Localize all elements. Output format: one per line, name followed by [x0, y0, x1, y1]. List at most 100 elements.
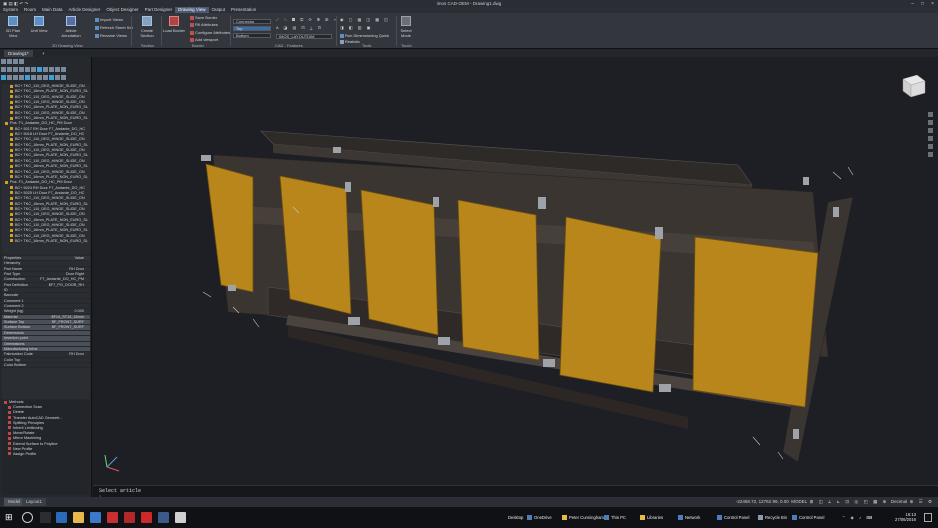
properties-grid[interactable]: Properties Value Hierarchy Part Name RH Do…: [2, 256, 90, 399]
rename-views-button[interactable]: Rename Views: [95, 33, 127, 38]
import-views-button[interactable]: Import Views: [95, 17, 123, 22]
2d-plan-view-button[interactable]: 2D Plan View: [2, 16, 24, 38]
taskbar-item-network[interactable]: Network: [678, 515, 700, 521]
app-icon[interactable]: [107, 512, 118, 523]
panel-tool-icon[interactable]: [13, 59, 18, 64]
panel-tool-icon[interactable]: [55, 75, 60, 80]
panel-tool-icon[interactable]: [1, 75, 6, 80]
panel-tool-icon[interactable]: [1, 59, 6, 64]
property-row[interactable]: Color Bottom: [2, 363, 90, 369]
tab-drawing1[interactable]: Drawing1*: [4, 50, 33, 57]
panel-tool-icon[interactable]: [49, 75, 54, 80]
realistic-button[interactable]: Realistic: [340, 39, 360, 44]
load-border-button[interactable]: Load Border: [163, 16, 185, 33]
panel-tool-icon[interactable]: [61, 67, 66, 72]
taskbar-item-libraries[interactable]: Libraries: [640, 515, 663, 521]
top-dropdown[interactable]: Top: [233, 26, 271, 31]
tree-item-label: BC+ TKC_16mm_PLATE_NON_EURO_SL: [15, 89, 88, 94]
system-tray-icons[interactable]: ⌃ ◈ ♪ ⌨: [842, 515, 874, 520]
taskbar-item-this-pc[interactable]: This PC: [604, 515, 626, 521]
run-dimensioning-quick-button[interactable]: Run Dimensioning Quick: [340, 33, 389, 38]
status-tools[interactable]: ⊕ ☰ ⚙: [910, 499, 934, 504]
article-annotation-button[interactable]: Article Annotation: [56, 16, 86, 38]
property-rows: Hierarchy Part Name RH Door Part Type Door R…: [2, 261, 90, 369]
units-dropdown[interactable]: Decimal: [891, 499, 907, 504]
search-icon[interactable]: [22, 512, 33, 523]
panel-tool-icon[interactable]: [25, 67, 30, 72]
panel-tool-icon[interactable]: [43, 75, 48, 80]
app-icon[interactable]: [175, 512, 186, 523]
command-line[interactable]: Select article ?: [93, 485, 938, 499]
panel-tool-icon[interactable]: [7, 75, 12, 80]
part-icon: [10, 148, 13, 152]
configure-attributes-button[interactable]: Configure Attributes: [190, 30, 230, 35]
autocad-icon[interactable]: [141, 512, 152, 523]
refresh-sheet-set-button[interactable]: Refresh Sheet Set: [95, 25, 133, 30]
model-space-toggle[interactable]: MODEL: [791, 499, 807, 504]
methods-list[interactable]: Methods Connection Scan Delete Transfer Aut…: [2, 400, 90, 495]
panel-tool-icon[interactable]: [19, 75, 24, 80]
panel-tool-icon[interactable]: [13, 75, 18, 80]
unit-view-button[interactable]: Unit View: [28, 16, 50, 33]
add-viewport-button[interactable]: Add viewport: [190, 37, 218, 42]
tools-row-1[interactable]: ◉ ▢ ▦ ◫ ▩ ◰: [340, 17, 390, 22]
panel-tool-icon[interactable]: [31, 67, 36, 72]
save-border-button[interactable]: Save Border: [190, 15, 217, 20]
notifications-icon[interactable]: [924, 513, 932, 522]
layout-tabs: Model Layout1 -22458.72, 12762.99, 0.00 …: [0, 497, 938, 507]
panel-tool-icon[interactable]: [25, 75, 30, 80]
panel-tool-icon[interactable]: [37, 67, 42, 72]
panel-tool-icon[interactable]: [31, 75, 36, 80]
door-panel: [559, 216, 662, 393]
desktop-toolbar-label[interactable]: Desktop: [508, 515, 523, 520]
app-icon[interactable]: [158, 512, 169, 523]
tab-layout1[interactable]: Layout1: [22, 498, 47, 506]
panel-tool-icon[interactable]: [55, 67, 60, 72]
taskbar-item-user[interactable]: Peter Cunningham: [562, 515, 604, 521]
taskbar-item-recycle-bin[interactable]: Recycle Bin: [758, 515, 787, 521]
start-icon[interactable]: ⊞: [5, 512, 16, 523]
model-viewport[interactable]: [93, 57, 938, 485]
tools-row-2[interactable]: ◨ ◧ ▥ ▣: [340, 25, 372, 30]
file-explorer-icon[interactable]: [73, 512, 84, 523]
tree-item-label: BC+ TKC_16mm_PLATE_NON_EURO_SL: [15, 142, 88, 147]
clock[interactable]: 16:13 27/06/2016: [895, 512, 916, 522]
panel-tool-icon[interactable]: [61, 75, 66, 80]
panel-tool-icon[interactable]: [37, 75, 42, 80]
navigation-bar[interactable]: [928, 112, 933, 157]
article-tree[interactable]: BC+ TKC_110_DEG_HINGE_SLIDE_ON BC+ TKC_16…: [2, 84, 90, 254]
panel-tool-icon[interactable]: [43, 67, 48, 72]
taskbar-item-onedrive[interactable]: OneDrive: [527, 515, 552, 521]
task-view-icon[interactable]: [40, 512, 51, 523]
create-section-button[interactable]: Create Section: [134, 16, 160, 38]
taskbar-item-control-panel[interactable]: Control Panel: [717, 515, 749, 521]
edge-icon[interactable]: [56, 512, 67, 523]
layer-dropdown[interactable]: IMOS_LAYOUTDIM: [276, 34, 332, 39]
ucs-axis-icon: [104, 454, 120, 472]
panel-tool-icon[interactable]: [7, 59, 12, 64]
panel-tool-icon[interactable]: [19, 67, 24, 72]
ribbon: 2D Plan View Unit View Article Annotatio…: [0, 13, 938, 49]
taskbar-item-control-panel-2[interactable]: Control Panel: [792, 515, 824, 521]
select-mode-button[interactable]: Select Mode: [398, 16, 414, 38]
method-item[interactable]: Assign Profile: [2, 452, 90, 457]
imos-cad-icon[interactable]: [124, 512, 135, 523]
new-tab-button[interactable]: +: [38, 50, 49, 57]
panel-tool-icon[interactable]: [1, 67, 6, 72]
bottom-dropdown[interactable]: Bottom: [233, 33, 271, 38]
store-icon[interactable]: [90, 512, 101, 523]
fill-attributes-button[interactable]: Fill Attributes: [190, 22, 218, 27]
panel-tool-icon[interactable]: [13, 67, 18, 72]
panel-tool-icon[interactable]: [7, 67, 12, 72]
drafting-toggles[interactable]: ⊞ ◫ ⟂ ⊾ ⊡ ◎ ◰ ▦ ⊕: [810, 499, 889, 504]
connector-dropdown[interactable]: Connector: [233, 19, 271, 24]
panel-tool-icon[interactable]: [19, 59, 24, 64]
text-tools[interactable]: A ◪ ▤ ⊟ ⟂ ⊡: [276, 25, 323, 30]
tree-item-label: BC+ 5024 RH Door F7_Andante_DO_HC: [15, 185, 85, 190]
section-icon: [142, 16, 152, 26]
cad-feature-tools[interactable]: ⟋ ⟍ ▦ ◫ ⟳ ⊕ ⊞ ⌒: [276, 17, 339, 22]
tree-item[interactable]: BC+ TKC_16mm_PLATE_NON_EURO_SL: [2, 239, 90, 244]
panel-tool-icon[interactable]: [49, 67, 54, 72]
viewcube[interactable]: [902, 74, 926, 98]
method-label: Connection Scan: [13, 405, 42, 410]
